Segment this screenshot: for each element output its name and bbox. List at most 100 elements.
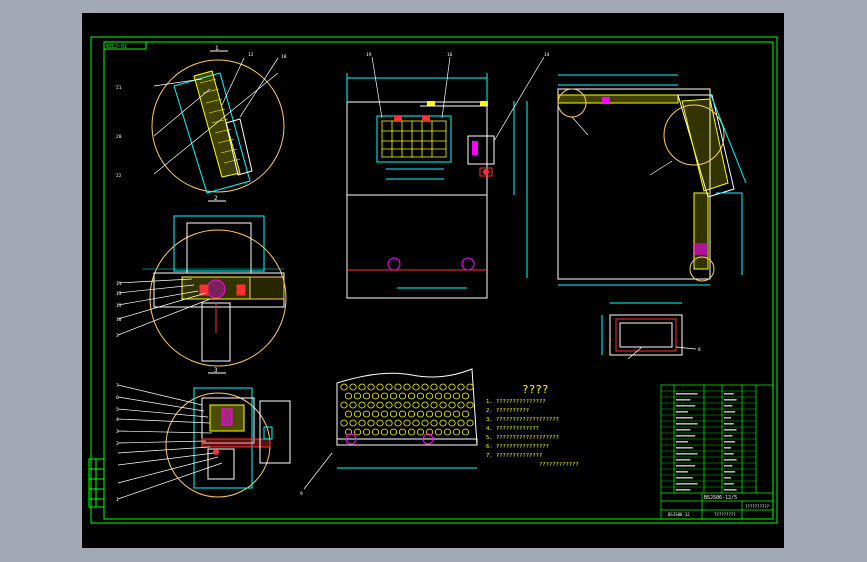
door-frame-view: 8 (601, 302, 701, 360)
perforation-hole (407, 428, 416, 436)
parts-list-cell-mark (724, 405, 733, 407)
sheet-code: BSJS06-12 (668, 512, 690, 517)
perforation-hole (448, 401, 456, 409)
perforation-hole (416, 428, 425, 436)
detail-view-1: 1 21 20 22 12 18 (116, 45, 287, 194)
parts-list-cell-mark (676, 417, 693, 419)
perforation-hole (457, 419, 465, 427)
perforation-hole (443, 392, 452, 400)
perforation-hole (430, 401, 438, 409)
note-line: ???????????? (486, 462, 579, 468)
parts-list-cell-mark (676, 435, 696, 437)
perforation-hole (439, 419, 447, 427)
perforation-hole (457, 383, 465, 391)
perforation-hole (398, 392, 407, 400)
parts-list-cell-mark (676, 453, 698, 455)
perforation-hole (380, 410, 389, 418)
part-label: 6 (116, 395, 119, 401)
note-line: 3. ??????????????????? (486, 417, 559, 423)
perforation-hole (403, 419, 411, 427)
part-label: 1 (116, 497, 119, 503)
perforation-hole (394, 383, 402, 391)
perforation-hole (349, 383, 357, 391)
perforation-hole (358, 383, 366, 391)
perforation-pattern (340, 383, 474, 436)
part-label: 8 (698, 347, 701, 353)
perforation-hole (344, 410, 353, 418)
parts-list-cell-mark (676, 471, 688, 473)
perforation-hole (434, 410, 443, 418)
parts-list-cell-mark (676, 405, 696, 407)
perforation-hole (349, 401, 357, 409)
perforation-hole (416, 392, 425, 400)
perforation-hole (407, 392, 416, 400)
perforation-hole (371, 428, 380, 436)
parts-list-cell-mark (676, 429, 691, 431)
parts-list-cell-mark (676, 441, 688, 443)
perforation-hole (358, 401, 366, 409)
perforation-hole (425, 392, 434, 400)
perforation-hole (430, 419, 438, 427)
perforation-hole (412, 419, 420, 427)
perforation-hole (412, 401, 420, 409)
parts-list-cell-mark (724, 441, 736, 443)
perforation-hole (416, 410, 425, 418)
part-label: 19 (366, 52, 372, 58)
perforation-hole (389, 392, 398, 400)
perforation-hole (340, 401, 348, 409)
parts-list-cell-mark (724, 417, 731, 419)
perforation-hole (367, 383, 375, 391)
perforation-hole (412, 383, 420, 391)
part-label: 18 (281, 54, 287, 60)
perforation-hole (389, 410, 398, 418)
section-mark-1: 1 (215, 45, 219, 52)
perforation-hole (448, 383, 456, 391)
parts-list-cell-mark (676, 423, 698, 425)
note-line: 7. ?????????????? (486, 453, 542, 459)
parts-list-cell-mark (724, 399, 737, 401)
perforation-hole (367, 419, 375, 427)
parts-list-cell-mark (724, 447, 731, 449)
parts-list-cell-mark (724, 453, 734, 455)
parts-list-cells (676, 393, 737, 491)
parts-list-cell-mark (724, 477, 731, 479)
parts-list-cell-mark (676, 411, 688, 413)
drawing-number: BSJS06-12/5 (704, 495, 737, 501)
perforation-hole (353, 392, 362, 400)
part-label: 12 (248, 52, 254, 58)
perforation-hole (340, 383, 348, 391)
perforation-hole (421, 383, 429, 391)
cad-drawing-canvas[interactable]: XZLJ-01 1 21 20 22 12 18 2 11 13 15 10 3… (82, 13, 784, 548)
perforation-hole (376, 383, 384, 391)
part-label: 22 (116, 173, 122, 179)
parts-list-cell-mark (676, 489, 691, 491)
company-name: ????????? (714, 512, 736, 517)
part-label: 11 (116, 281, 122, 287)
part-label: 16 (447, 52, 453, 58)
perforation-hole (367, 401, 375, 409)
perforation-hole (421, 401, 429, 409)
parts-list-cell-mark (724, 489, 737, 491)
parts-list-cell-mark (724, 471, 736, 473)
part-label: 7 (116, 383, 119, 389)
perforation-hole (448, 419, 456, 427)
perforation-hole (394, 401, 402, 409)
perforation-hole (466, 401, 474, 409)
perforation-hole (385, 419, 393, 427)
perforation-hole (434, 392, 443, 400)
notes-title: ???? (522, 383, 549, 396)
note-line: 5. ??????????????????? (486, 435, 559, 441)
perforation-hole (430, 383, 438, 391)
part-label: 21 (116, 85, 122, 91)
perforation-hole (353, 410, 362, 418)
parts-list-cell-mark (676, 393, 698, 395)
perforation-hole (385, 401, 393, 409)
perforation-hole (344, 392, 353, 400)
note-line: 1. ??????????????? (486, 399, 546, 405)
part-label: 20 (116, 134, 122, 140)
perforation-hole (466, 419, 474, 427)
detail-view-2: 2 11 13 15 10 3 (116, 195, 287, 367)
parts-list-cell-mark (676, 399, 691, 401)
perforation-hole (398, 410, 407, 418)
note-line: 4. ????????????? (486, 426, 539, 432)
